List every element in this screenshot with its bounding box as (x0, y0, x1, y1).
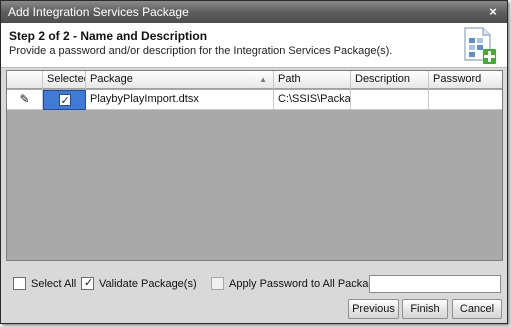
column-header-password[interactable]: Password (429, 71, 504, 89)
selected-cell[interactable]: ✓ (43, 90, 86, 110)
packages-grid: Selected Package ▲ Path Description Pass… (6, 70, 503, 261)
sort-ascending-icon: ▲ (259, 75, 267, 84)
checkmark-icon: ✓ (60, 95, 70, 108)
column-header-package[interactable]: Package ▲ (86, 71, 274, 89)
column-header-package-label: Package (90, 73, 133, 85)
close-icon[interactable]: × (485, 4, 501, 20)
description-cell[interactable] (351, 90, 429, 110)
apply-password-checkbox[interactable] (211, 277, 224, 290)
row-selected-checkbox[interactable]: ✓ (58, 94, 71, 107)
column-header-selected[interactable]: Selected (43, 71, 86, 89)
column-header-path[interactable]: Path (274, 71, 351, 89)
column-header-description[interactable]: Description (351, 71, 429, 89)
table-row[interactable]: ✎ ✓ PlaybyPlayImport.dtsx C:\SSIS\Packa.… (7, 90, 502, 110)
step-description: Provide a password and/or description fo… (9, 45, 393, 57)
title-bar: Add Integration Services Package × (1, 1, 507, 23)
row-header-corner (7, 71, 43, 89)
path-cell[interactable]: C:\SSIS\Packa... (274, 90, 351, 110)
select-all-label: Select All (31, 278, 77, 290)
cancel-button[interactable]: Cancel (452, 299, 502, 319)
select-all-checkbox[interactable] (13, 277, 26, 290)
validate-packages-label: Validate Package(s) (99, 278, 197, 290)
grid-header: Selected Package ▲ Path Description Pass… (7, 71, 502, 89)
wizard-header: Step 2 of 2 - Name and Description Provi… (1, 23, 507, 68)
validate-packages-checkbox[interactable]: ✓ (81, 277, 94, 290)
dialog-window: Add Integration Services Package × Step … (0, 0, 508, 324)
checkmark-icon: ✓ (84, 277, 94, 289)
window-title: Add Integration Services Package (8, 5, 189, 19)
previous-button[interactable]: Previous (348, 299, 399, 319)
package-add-icon (464, 27, 496, 64)
step-title: Step 2 of 2 - Name and Description (9, 29, 208, 43)
edit-pencil-icon: ✎ (7, 90, 43, 110)
password-cell[interactable] (429, 90, 504, 110)
apply-password-label: Apply Password to All Packages: (229, 278, 390, 290)
apply-password-input[interactable] (369, 275, 501, 293)
finish-button[interactable]: Finish (402, 299, 448, 319)
options-bar: Select All ✓ Validate Package(s) Apply P… (1, 267, 507, 323)
package-cell[interactable]: PlaybyPlayImport.dtsx (86, 90, 274, 110)
